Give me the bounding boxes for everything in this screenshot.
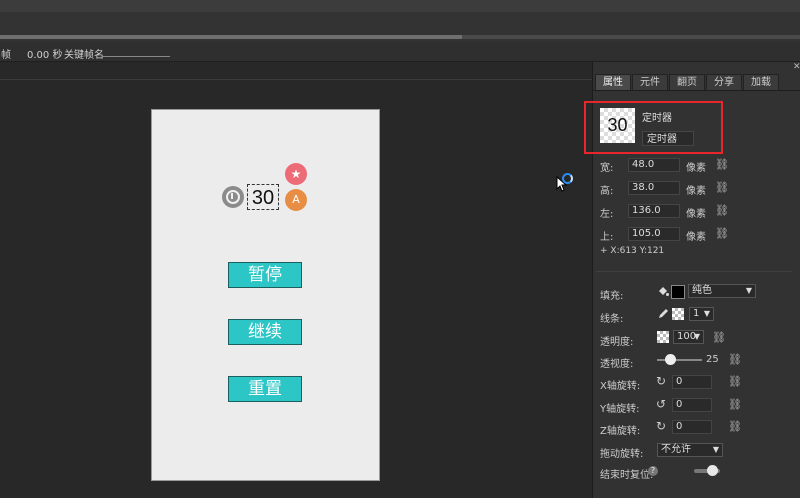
panel-divider xyxy=(596,271,792,272)
top-input[interactable]: 105.0 xyxy=(628,227,680,241)
stopwatch-icon-hand xyxy=(231,193,233,199)
z-rotate-input[interactable]: 0 xyxy=(672,420,712,434)
fill-color-swatch[interactable] xyxy=(671,285,685,299)
x-rotate-input[interactable]: 0 xyxy=(672,375,712,389)
link-icon[interactable]: ⛓ xyxy=(728,375,742,388)
height-unit: 像素 xyxy=(686,186,706,197)
page-canvas[interactable] xyxy=(151,109,380,481)
perspective-slider-knob[interactable] xyxy=(665,354,676,365)
stroke-width-select[interactable]: 1 ▼ xyxy=(689,307,714,321)
cursor-coordinates: + X:613 Y:121 xyxy=(600,246,665,256)
chevron-down-icon: ▼ xyxy=(693,332,700,341)
reset-on-end-label: 结束时复位: xyxy=(600,470,654,481)
paint-bucket-icon[interactable] xyxy=(657,285,669,297)
fill-type-value: 纯色 xyxy=(692,285,712,296)
loading-spinner-icon xyxy=(562,173,573,184)
tab-load[interactable]: 加载 xyxy=(743,74,779,91)
keyframe-name-input[interactable] xyxy=(102,56,170,57)
stroke-label: 线条: xyxy=(600,314,624,325)
opacity-swatch xyxy=(657,331,669,343)
font-icon[interactable]: A xyxy=(285,189,307,211)
timeline-scrollbar-thumb[interactable] xyxy=(0,35,462,39)
link-icon[interactable]: ⛓ xyxy=(728,398,742,411)
chevron-down-icon: ▼ xyxy=(745,286,752,295)
close-icon[interactable]: ✕ xyxy=(793,62,800,72)
frame-info-bar: 帧 0.00 秒 关键帧名 xyxy=(0,42,800,62)
perspective-label: 透视度: xyxy=(600,359,634,370)
chevron-down-icon: ▼ xyxy=(712,445,719,454)
perspective-value: 25 xyxy=(706,354,719,365)
left-unit: 像素 xyxy=(686,209,706,220)
y-rotate-label: Y轴旋转: xyxy=(600,404,640,415)
width-label: 宽: xyxy=(600,163,614,174)
timer-display[interactable]: 30 xyxy=(247,185,279,211)
left-label: 左: xyxy=(600,209,614,220)
tab-properties[interactable]: 属性 xyxy=(595,74,631,91)
z-axis-rotate-icon: ↻ xyxy=(656,419,667,433)
left-input[interactable]: 136.0 xyxy=(628,204,680,218)
reset-button[interactable]: 重置 xyxy=(228,376,302,402)
y-axis-rotate-icon: ↺ xyxy=(656,397,667,411)
perspective-slider-track[interactable] xyxy=(657,359,702,361)
drag-rotate-label: 拖动旋转: xyxy=(600,449,644,460)
y-rotate-input[interactable]: 0 xyxy=(672,398,712,412)
frame-label: 帧 xyxy=(1,50,11,61)
stroke-width-value: 1 xyxy=(693,308,700,319)
continue-button[interactable]: 继续 xyxy=(228,319,302,345)
tab-paging[interactable]: 翻页 xyxy=(669,74,705,91)
stopwatch-icon-face xyxy=(226,190,240,204)
drag-rotate-value: 不允许 xyxy=(661,444,691,455)
keyframe-name-label: 关键帧名 xyxy=(64,50,104,61)
x-rotate-label: X轴旋转: xyxy=(600,381,641,392)
link-icon[interactable]: ⛓ xyxy=(715,158,729,171)
top-unit: 像素 xyxy=(686,232,706,243)
width-input[interactable]: 48.0 xyxy=(628,158,680,172)
pencil-icon[interactable] xyxy=(658,308,669,319)
width-unit: 像素 xyxy=(686,163,706,174)
height-input[interactable]: 38.0 xyxy=(628,181,680,195)
top-label: 上: xyxy=(600,232,614,243)
help-icon[interactable]: ? xyxy=(648,466,658,476)
fill-type-select[interactable]: 纯色 ▼ xyxy=(688,284,756,298)
link-icon[interactable]: ⛓ xyxy=(728,353,742,366)
time-value: 0.00 秒 xyxy=(27,50,63,61)
stroke-color-swatch[interactable] xyxy=(672,308,684,320)
tab-divider xyxy=(592,90,800,91)
link-icon[interactable]: ⛓ xyxy=(728,420,742,433)
height-label: 高: xyxy=(600,186,614,197)
link-icon[interactable]: ⛓ xyxy=(712,331,726,344)
pause-button[interactable]: 暂停 xyxy=(228,262,302,288)
tab-share[interactable]: 分享 xyxy=(706,74,742,91)
opacity-select[interactable]: 100 ▼ xyxy=(673,330,704,344)
x-axis-rotate-icon: ↻ xyxy=(656,374,667,388)
fill-label: 填充: xyxy=(600,291,624,302)
highlight-annotation-box xyxy=(584,101,723,154)
link-icon[interactable]: ⛓ xyxy=(715,204,729,217)
chevron-down-icon: ▼ xyxy=(703,309,710,318)
reset-on-end-toggle-knob[interactable] xyxy=(707,465,718,476)
tab-components[interactable]: 元件 xyxy=(632,74,668,91)
opacity-label: 透明度: xyxy=(600,337,634,348)
z-rotate-label: Z轴旋转: xyxy=(600,426,641,437)
link-icon[interactable]: ⛓ xyxy=(715,227,729,240)
stage-divider xyxy=(0,79,592,80)
drag-rotate-select[interactable]: 不允许 ▼ xyxy=(657,443,723,457)
link-icon[interactable]: ⛓ xyxy=(715,181,729,194)
star-icon[interactable]: ★ xyxy=(285,163,307,185)
